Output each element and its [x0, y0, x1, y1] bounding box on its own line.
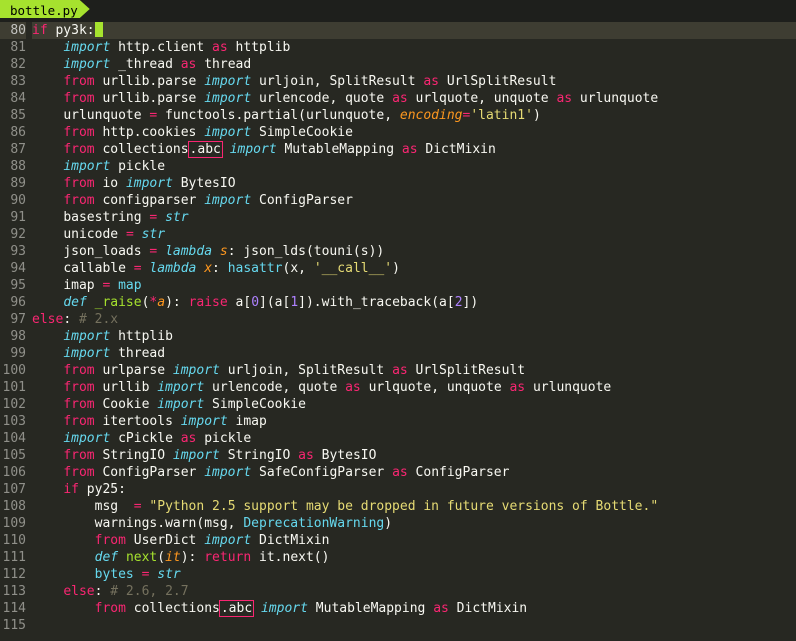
code-line[interactable]: import cPickle as pickle	[32, 430, 796, 447]
line-number: 90	[0, 192, 26, 209]
code-line[interactable]: if py25:	[32, 481, 796, 498]
line-number: 104	[0, 430, 26, 447]
line-number: 102	[0, 396, 26, 413]
code-line[interactable]: from Cookie import SimpleCookie	[32, 396, 796, 413]
line-number: 115	[0, 617, 26, 634]
code-line[interactable]: else: # 2.x	[32, 311, 796, 328]
line-number: 111	[0, 549, 26, 566]
line-number: 113	[0, 583, 26, 600]
file-tab[interactable]: bottle.py	[0, 0, 90, 18]
line-number-gutter: 8081828384858687888990919293949596979899…	[0, 22, 32, 641]
tab-bar: bottle.py	[0, 0, 796, 22]
text-cursor	[95, 22, 103, 37]
line-number: 110	[0, 532, 26, 549]
line-number: 114	[0, 600, 26, 617]
line-number: 100	[0, 362, 26, 379]
code-line[interactable]: def _raise(*a): raise a[0](a[1]).with_tr…	[32, 294, 796, 311]
editor-area[interactable]: 8081828384858687888990919293949596979899…	[0, 22, 796, 641]
code-line[interactable]: from urllib.parse import urljoin, SplitR…	[32, 73, 796, 90]
line-number: 85	[0, 107, 26, 124]
lint-error-marker: .abc	[219, 600, 254, 617]
line-number: 107	[0, 481, 26, 498]
line-number: 94	[0, 260, 26, 277]
code-line[interactable]: from itertools import imap	[32, 413, 796, 430]
code-line[interactable]: from http.cookies import SimpleCookie	[32, 124, 796, 141]
code-line[interactable]: from urllib import urlencode, quote as u…	[32, 379, 796, 396]
code-line[interactable]: if py3k:	[32, 22, 796, 39]
code-line[interactable]: else: # 2.6, 2.7	[32, 583, 796, 600]
code-line[interactable]: from StringIO import StringIO as BytesIO	[32, 447, 796, 464]
code-line[interactable]: import _thread as thread	[32, 56, 796, 73]
code-line[interactable]: imap = map	[32, 277, 796, 294]
code-line[interactable]: from configparser import ConfigParser	[32, 192, 796, 209]
code-line[interactable]	[32, 617, 796, 634]
line-number: 91	[0, 209, 26, 226]
line-number: 83	[0, 73, 26, 90]
line-number: 80	[0, 22, 26, 39]
line-number: 106	[0, 464, 26, 481]
line-number: 88	[0, 158, 26, 175]
code-line[interactable]: json_loads = lambda s: json_lds(touni(s)…	[32, 243, 796, 260]
code-line[interactable]: from collections.abc import MutableMappi…	[32, 141, 796, 158]
line-number: 112	[0, 566, 26, 583]
code-line[interactable]: from io import BytesIO	[32, 175, 796, 192]
code-line[interactable]: basestring = str	[32, 209, 796, 226]
line-number: 93	[0, 243, 26, 260]
line-number: 98	[0, 328, 26, 345]
line-number: 101	[0, 379, 26, 396]
code-line[interactable]: from collections.abc import MutableMappi…	[32, 600, 796, 617]
code-line[interactable]: import http.client as httplib	[32, 39, 796, 56]
code-line[interactable]: import pickle	[32, 158, 796, 175]
code-line[interactable]: msg = "Python 2.5 support may be dropped…	[32, 498, 796, 515]
code-line[interactable]: from UserDict import DictMixin	[32, 532, 796, 549]
code-line[interactable]: import thread	[32, 345, 796, 362]
lint-error-marker: .abc	[188, 141, 223, 158]
code-line[interactable]: callable = lambda x: hasattr(x, '__call_…	[32, 260, 796, 277]
code-line[interactable]: warnings.warn(msg, DeprecationWarning)	[32, 515, 796, 532]
line-number: 81	[0, 39, 26, 56]
line-number: 84	[0, 90, 26, 107]
line-number: 95	[0, 277, 26, 294]
line-number: 99	[0, 345, 26, 362]
line-number: 105	[0, 447, 26, 464]
line-number: 92	[0, 226, 26, 243]
line-number: 86	[0, 124, 26, 141]
line-number: 103	[0, 413, 26, 430]
line-number: 108	[0, 498, 26, 515]
code-line[interactable]: unicode = str	[32, 226, 796, 243]
code-line[interactable]: from ConfigParser import SafeConfigParse…	[32, 464, 796, 481]
line-number: 82	[0, 56, 26, 73]
code-line[interactable]: bytes = str	[32, 566, 796, 583]
line-number: 96	[0, 294, 26, 311]
code-content[interactable]: if py3k: import http.client as httplib i…	[32, 22, 796, 641]
code-line[interactable]: urlunquote = functools.partial(urlunquot…	[32, 107, 796, 124]
line-number: 97	[0, 311, 26, 328]
code-line[interactable]: import httplib	[32, 328, 796, 345]
code-line[interactable]: from urllib.parse import urlencode, quot…	[32, 90, 796, 107]
code-line[interactable]: from urlparse import urljoin, SplitResul…	[32, 362, 796, 379]
line-number: 109	[0, 515, 26, 532]
line-number: 87	[0, 141, 26, 158]
line-number: 89	[0, 175, 26, 192]
code-line[interactable]: def next(it): return it.next()	[32, 549, 796, 566]
